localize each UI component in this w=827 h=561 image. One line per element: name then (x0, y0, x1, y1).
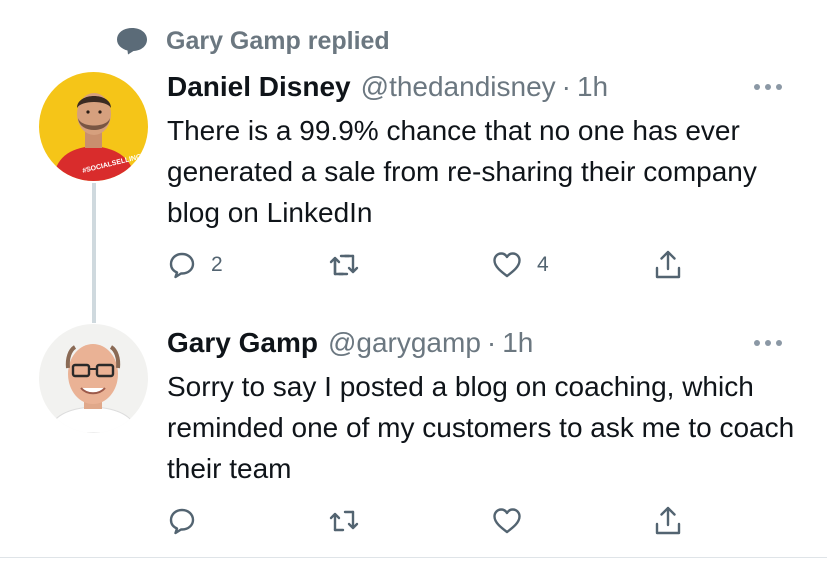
avatar[interactable]: #SOCIALSELLING (39, 72, 148, 181)
author-handle[interactable]: @thedandisney (361, 71, 556, 103)
reply-context: Gary Gamp replied (112, 24, 390, 58)
timestamp[interactable]: 1h (502, 327, 533, 359)
thread-connector-line (92, 183, 96, 323)
tweet-header: Daniel Disney @thedandisney · 1h (167, 68, 608, 106)
author-name[interactable]: Gary Gamp (167, 327, 318, 359)
retweet-icon (327, 506, 361, 536)
share-icon (653, 249, 683, 281)
separator-dot: · (561, 71, 571, 102)
retweet-button[interactable] (327, 504, 375, 538)
reply-count: 2 (211, 253, 223, 276)
heart-icon (491, 250, 523, 280)
avatar[interactable] (39, 324, 148, 433)
share-button[interactable] (653, 504, 683, 538)
more-options-icon[interactable] (750, 334, 786, 352)
more-options-icon[interactable] (750, 78, 786, 96)
retweet-icon (327, 250, 361, 280)
action-bar (167, 504, 727, 538)
like-count: 4 (537, 253, 549, 276)
like-button[interactable] (491, 504, 537, 538)
like-button[interactable]: 4 (491, 248, 549, 282)
reply-context-text: Gary Gamp replied (166, 26, 390, 55)
heart-icon (491, 506, 523, 536)
reply-button[interactable] (167, 504, 211, 538)
timestamp[interactable]: 1h (577, 71, 608, 103)
share-button[interactable] (653, 248, 683, 282)
author-handle[interactable]: @garygamp (328, 327, 481, 359)
reply-button[interactable]: 2 (167, 248, 223, 282)
action-bar: 2 4 (167, 248, 727, 282)
reply-icon (167, 506, 197, 536)
tweet-header: Gary Gamp @garygamp · 1h (167, 324, 533, 362)
tweet-text: Sorry to say I posted a blog on coaching… (167, 371, 795, 484)
author-name[interactable]: Daniel Disney (167, 71, 351, 103)
bottom-divider (0, 557, 827, 558)
retweet-button[interactable] (327, 248, 375, 282)
share-icon (653, 505, 683, 537)
tweet-text: There is a 99.9% chance that no one has … (167, 115, 757, 228)
separator-dot: · (486, 327, 497, 358)
reply-icon (167, 250, 197, 280)
speech-bubble-icon (112, 24, 152, 58)
